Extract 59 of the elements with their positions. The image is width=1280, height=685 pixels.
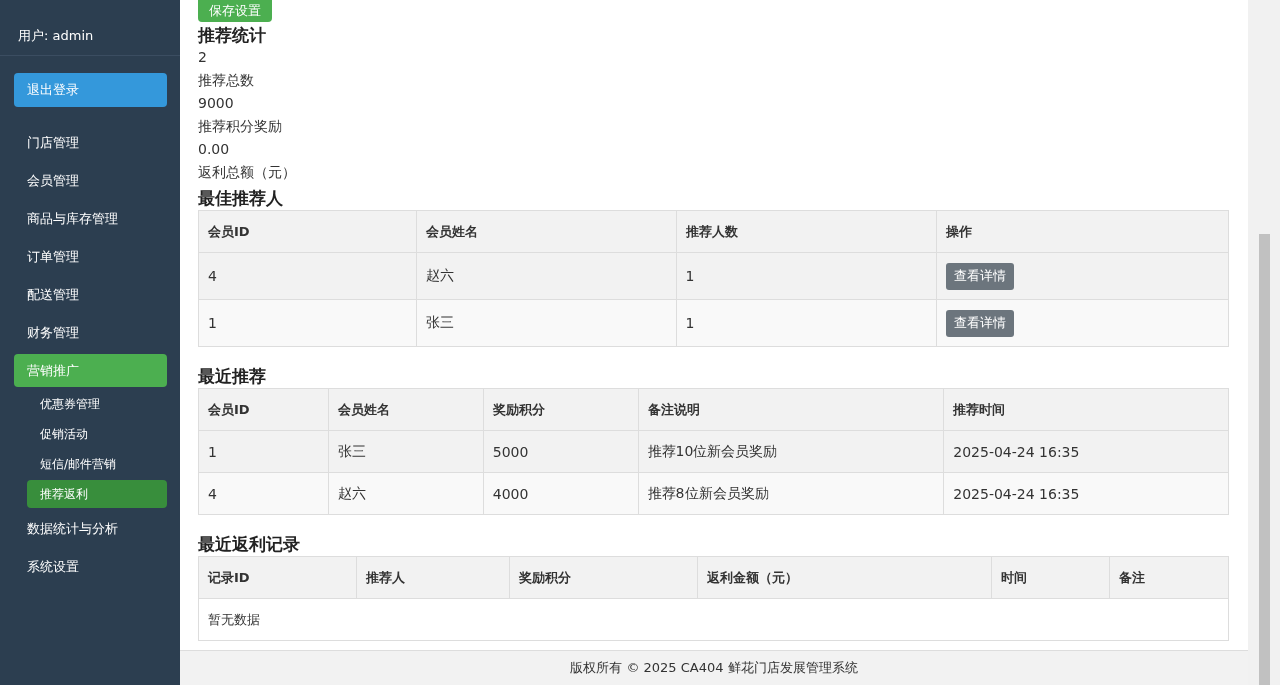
view-details-button[interactable]: 查看详情 bbox=[946, 262, 1015, 290]
empty-message: 暂无数据 bbox=[198, 598, 1229, 641]
sidebar-item[interactable]: 商品与库存管理 bbox=[14, 202, 167, 235]
column-header: 记录ID bbox=[198, 556, 357, 599]
table-cell: 1 bbox=[198, 299, 417, 347]
scrollbar-thumb[interactable] bbox=[1258, 234, 1270, 685]
sidebar-item[interactable]: 配送管理 bbox=[14, 278, 167, 311]
section-title: 最近推荐 bbox=[198, 365, 266, 387]
table-cell: 张三 bbox=[328, 430, 484, 473]
column-header: 返利金额（元） bbox=[697, 556, 992, 599]
table-cell: 1 bbox=[676, 252, 937, 300]
table-cell: 1 bbox=[676, 299, 937, 347]
table-cell: 2025-04-24 16:35 bbox=[943, 472, 1229, 515]
table-cell: 推荐10位新会员奖励 bbox=[638, 430, 944, 473]
column-header: 时间 bbox=[991, 556, 1110, 599]
scrollbar[interactable] bbox=[1248, 0, 1280, 685]
column-header: 会员姓名 bbox=[328, 388, 484, 431]
section-title: 推荐统计 bbox=[198, 24, 266, 46]
sidebar-subitem[interactable]: 短信/邮件营销 bbox=[27, 450, 167, 478]
stat-label: 推荐总数 bbox=[198, 71, 254, 90]
column-header: 奖励积分 bbox=[509, 556, 698, 599]
table-cell: 1 bbox=[198, 430, 329, 473]
sidebar-item[interactable]: 数据统计与分析 bbox=[14, 512, 167, 545]
table-cell: 4 bbox=[198, 472, 329, 515]
section-title: 最佳推荐人 bbox=[198, 187, 283, 209]
table-cell: 5000 bbox=[483, 430, 639, 473]
column-header: 会员ID bbox=[198, 388, 329, 431]
column-header: 会员姓名 bbox=[416, 210, 676, 253]
table-cell: 4000 bbox=[483, 472, 639, 515]
stat-value: 2 bbox=[198, 48, 207, 67]
table-cell: 2025-04-24 16:35 bbox=[943, 430, 1229, 473]
copyright-text: 版权所有 © 2025 CA404 鲜花门店发展管理系统 bbox=[570, 659, 858, 677]
table-cell: 赵六 bbox=[328, 472, 484, 515]
sidebar-item[interactable]: 会员管理 bbox=[14, 164, 167, 197]
table-cell: 推荐8位新会员奖励 bbox=[638, 472, 944, 515]
column-header: 推荐人 bbox=[356, 556, 510, 599]
stat-label: 返利总额（元） bbox=[198, 163, 296, 182]
table-cell: 张三 bbox=[416, 299, 676, 347]
table-cell: 赵六 bbox=[416, 252, 676, 300]
column-header: 备注说明 bbox=[638, 388, 944, 431]
stat-value: 0.00 bbox=[198, 140, 230, 159]
table-cell: 4 bbox=[198, 252, 417, 300]
view-details-button[interactable]: 查看详情 bbox=[946, 309, 1015, 337]
stat-value: 9000 bbox=[198, 94, 234, 113]
column-header: 推荐人数 bbox=[676, 210, 937, 253]
sidebar-subitem[interactable]: 促销活动 bbox=[27, 420, 167, 448]
column-header: 奖励积分 bbox=[483, 388, 639, 431]
stat-label: 推荐积分奖励 bbox=[198, 117, 282, 136]
sidebar-item[interactable]: 财务管理 bbox=[14, 316, 167, 349]
sidebar-item[interactable]: 系统设置 bbox=[14, 550, 167, 583]
section-title: 最近返利记录 bbox=[198, 533, 300, 555]
sidebar-subitem[interactable]: 优惠券管理 bbox=[27, 390, 167, 418]
column-header: 会员ID bbox=[198, 210, 417, 253]
column-header: 备注 bbox=[1109, 556, 1229, 599]
column-header: 推荐时间 bbox=[943, 388, 1229, 431]
sidebar-item[interactable]: 门店管理 bbox=[14, 126, 167, 159]
column-header: 操作 bbox=[936, 210, 1229, 253]
sidebar-subitem[interactable]: 推荐返利 bbox=[27, 480, 167, 508]
sidebar-item[interactable]: 订单管理 bbox=[14, 240, 167, 273]
